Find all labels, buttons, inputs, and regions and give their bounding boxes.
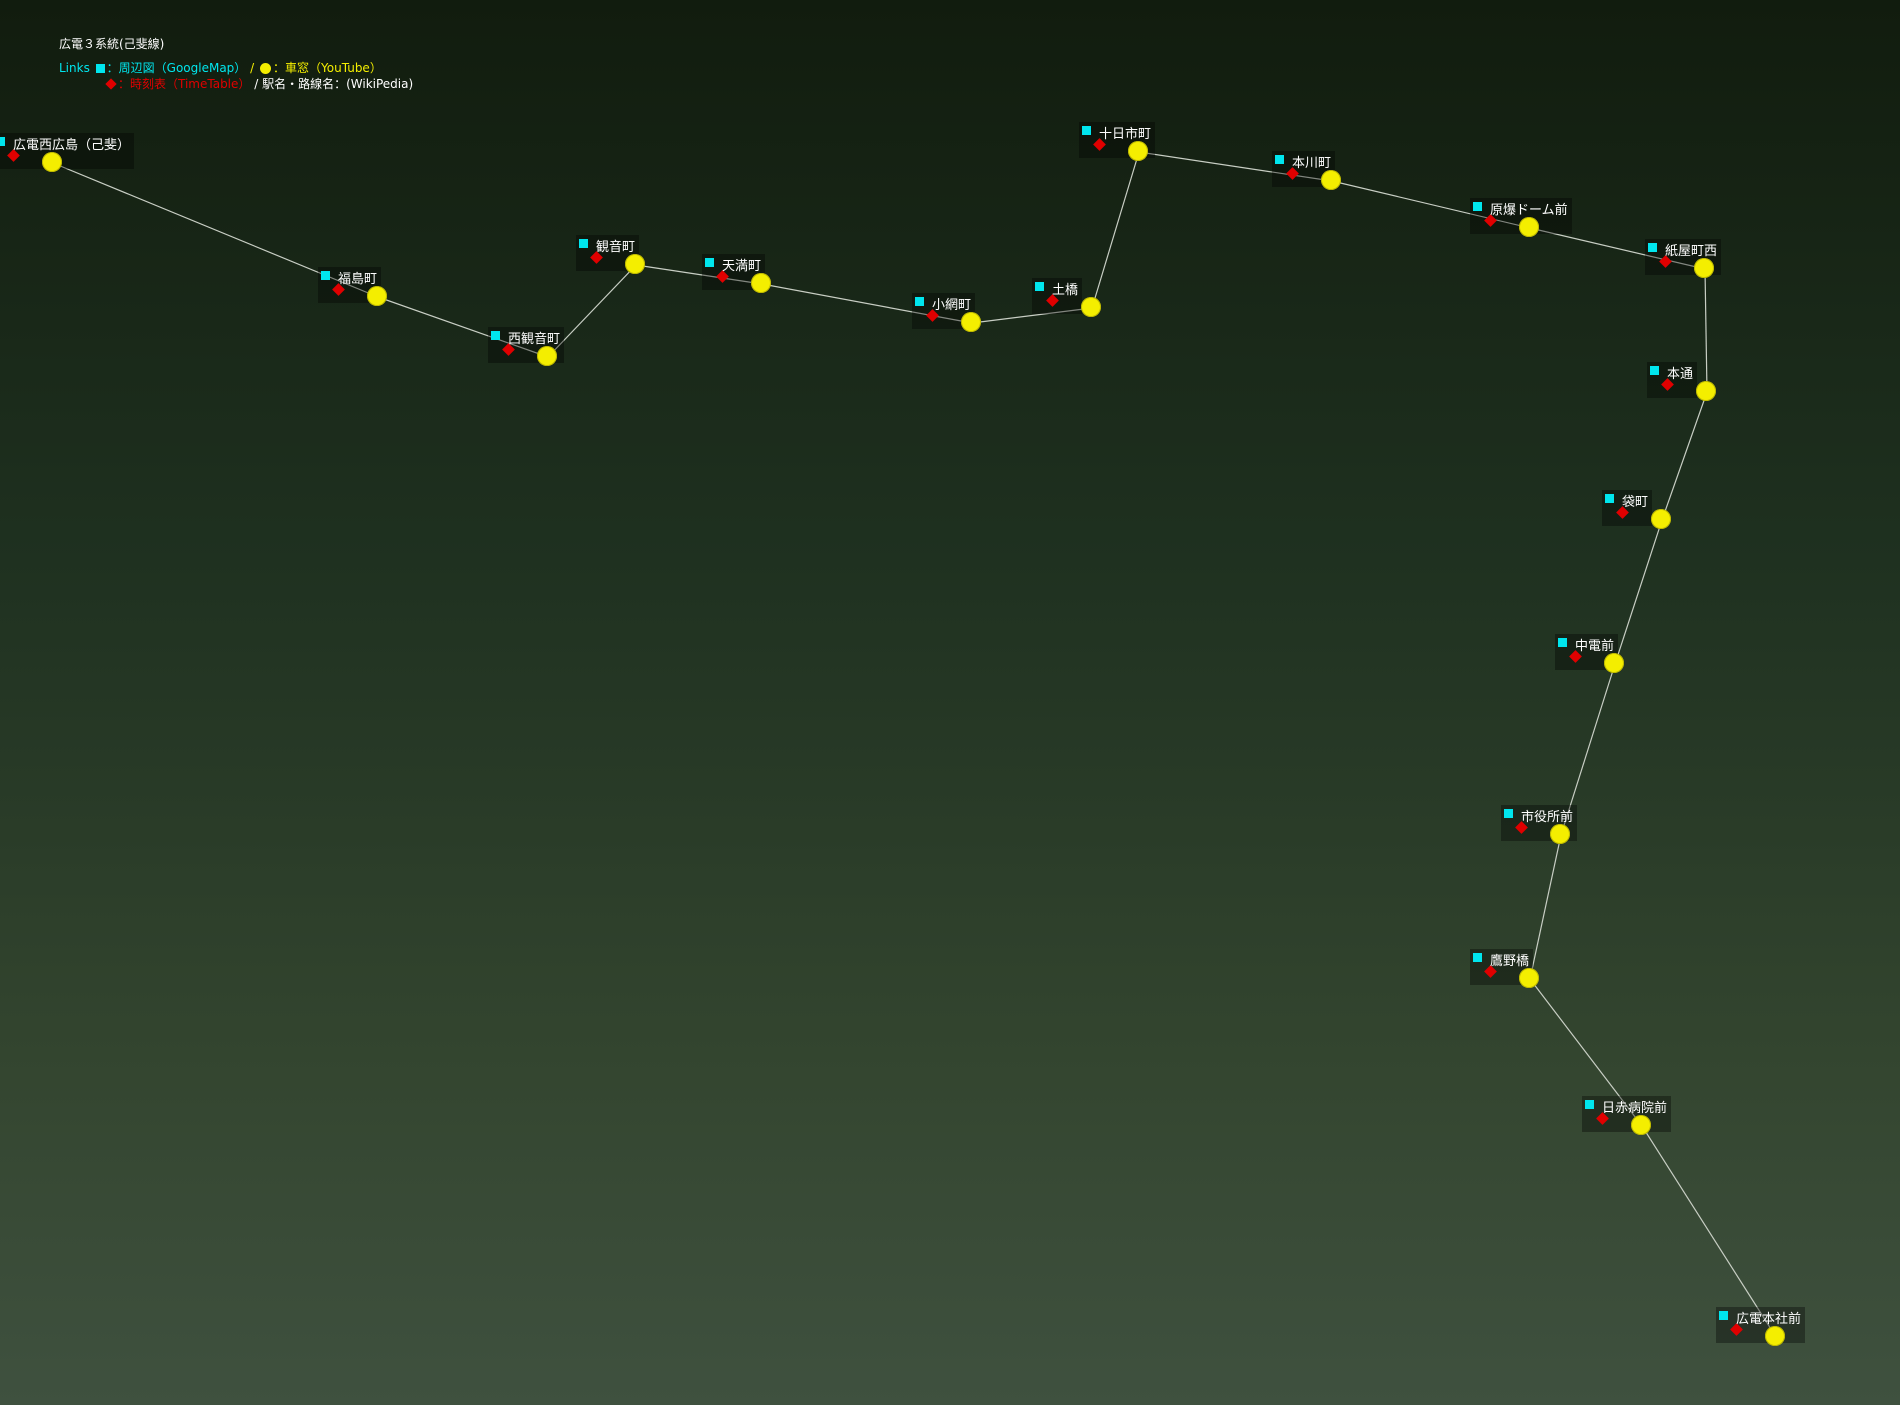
station-name-link[interactable]: 日赤病院前 bbox=[1602, 1097, 1667, 1116]
video-link-icon[interactable] bbox=[1081, 297, 1101, 317]
map-link-icon[interactable] bbox=[1719, 1311, 1728, 1320]
video-link-icon[interactable] bbox=[367, 286, 387, 306]
station-name-link[interactable]: 十日市町 bbox=[1099, 123, 1151, 142]
video-link-icon[interactable] bbox=[625, 254, 645, 274]
station-name-link[interactable]: 福島町 bbox=[338, 268, 377, 287]
map-link-icon[interactable] bbox=[1082, 126, 1091, 135]
video-link-icon[interactable] bbox=[1631, 1115, 1651, 1135]
station-name-link[interactable]: 観音町 bbox=[596, 236, 635, 255]
map-link-icon[interactable] bbox=[579, 239, 588, 248]
map-link-icon[interactable] bbox=[1585, 1100, 1594, 1109]
map-link-icon[interactable] bbox=[1504, 809, 1513, 818]
map-link-icon[interactable] bbox=[0, 137, 5, 146]
video-link-icon[interactable] bbox=[751, 273, 771, 293]
station-name-link[interactable]: 紙屋町西 bbox=[1665, 240, 1717, 259]
station-name-link[interactable]: 本川町 bbox=[1292, 152, 1331, 171]
video-link-icon[interactable] bbox=[1550, 824, 1570, 844]
video-link-icon[interactable] bbox=[961, 312, 981, 332]
station-name-link[interactable]: 広電本社前 bbox=[1736, 1308, 1801, 1327]
video-link-icon[interactable] bbox=[42, 152, 62, 172]
map-link-icon[interactable] bbox=[1473, 953, 1482, 962]
video-link-icon[interactable] bbox=[1519, 217, 1539, 237]
map-link-icon[interactable] bbox=[1275, 155, 1284, 164]
map-link-icon[interactable] bbox=[491, 331, 500, 340]
video-link-icon[interactable] bbox=[1651, 509, 1671, 529]
video-link-icon[interactable] bbox=[537, 346, 557, 366]
station-name-link[interactable]: 鷹野橋 bbox=[1490, 950, 1529, 969]
station-name-link[interactable]: 小網町 bbox=[932, 294, 971, 313]
station-name-link[interactable]: 広電西広島（己斐） bbox=[13, 134, 130, 153]
station-name-link[interactable]: 天満町 bbox=[722, 255, 761, 274]
video-link-icon[interactable] bbox=[1321, 170, 1341, 190]
station-name-link[interactable]: 西観音町 bbox=[508, 328, 560, 347]
station-name-link[interactable]: 本通 bbox=[1667, 363, 1693, 382]
video-link-icon[interactable] bbox=[1765, 1326, 1785, 1346]
map-link-icon[interactable] bbox=[915, 297, 924, 306]
station-layer: 広電西広島（己斐） 福島町西観音町 観音町天満町小網町 土橋 十日市町本川町原爆ドーム前… bbox=[0, 0, 1900, 1405]
video-link-icon[interactable] bbox=[1694, 258, 1714, 278]
map-link-icon[interactable] bbox=[705, 258, 714, 267]
video-link-icon[interactable] bbox=[1604, 653, 1624, 673]
map-link-icon[interactable] bbox=[321, 271, 330, 280]
map-link-icon[interactable] bbox=[1473, 202, 1482, 211]
video-link-icon[interactable] bbox=[1128, 141, 1148, 161]
station-name-link[interactable]: 土橋 bbox=[1052, 279, 1078, 298]
station-name-link[interactable]: 袋町 bbox=[1622, 491, 1648, 510]
map-link-icon[interactable] bbox=[1648, 243, 1657, 252]
station-name-link[interactable]: 市役所前 bbox=[1521, 806, 1573, 825]
map-link-icon[interactable] bbox=[1035, 282, 1044, 291]
station-name-link[interactable]: 原爆ドーム前 bbox=[1490, 199, 1568, 218]
map-link-icon[interactable] bbox=[1650, 366, 1659, 375]
station-name-link[interactable]: 中電前 bbox=[1575, 635, 1614, 654]
map-link-icon[interactable] bbox=[1605, 494, 1614, 503]
video-link-icon[interactable] bbox=[1519, 968, 1539, 988]
map-link-icon[interactable] bbox=[1558, 638, 1567, 647]
video-link-icon[interactable] bbox=[1696, 381, 1716, 401]
